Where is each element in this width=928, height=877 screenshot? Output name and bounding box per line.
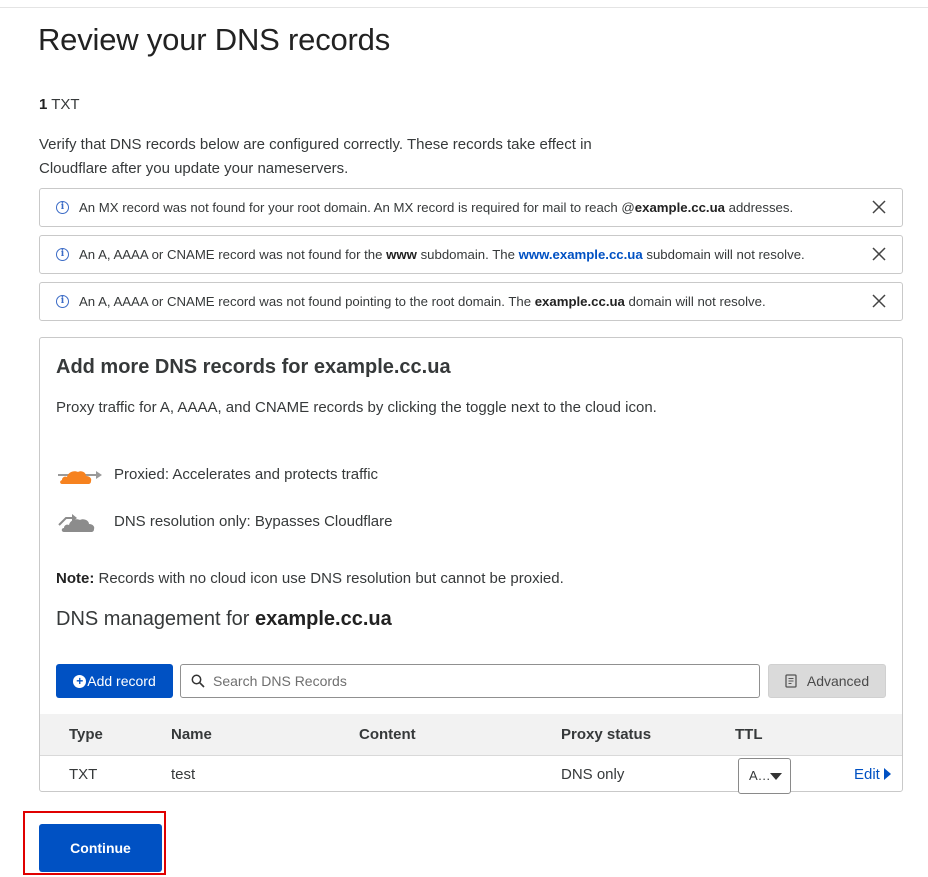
info-icon: i bbox=[56, 248, 69, 261]
www-domain-link[interactable]: www.example.cc.ua bbox=[519, 247, 643, 262]
close-icon[interactable] bbox=[872, 247, 886, 261]
info-icon: i bbox=[56, 295, 69, 308]
column-header-content: Content bbox=[359, 726, 416, 743]
continue-button[interactable]: Continue bbox=[39, 824, 162, 872]
search-input[interactable] bbox=[211, 672, 731, 690]
alert-text: An A, AAAA or CNAME record was not found… bbox=[79, 294, 766, 309]
search-icon bbox=[191, 674, 205, 688]
alert-www-missing: i An A, AAAA or CNAME record was not fou… bbox=[39, 235, 903, 274]
close-icon[interactable] bbox=[872, 200, 886, 214]
dns-records-table: Type Name Content Proxy status TTL TXT t… bbox=[40, 714, 902, 794]
legend-proxied-label: Proxied: Accelerates and protects traffi… bbox=[114, 465, 379, 483]
top-divider bbox=[0, 7, 928, 8]
dns-only-cloud-icon bbox=[58, 514, 95, 532]
proxy-note: Note: Records with no cloud icon use DNS… bbox=[56, 570, 564, 587]
record-count-type: TXT bbox=[51, 96, 80, 113]
intro-text: Verify that DNS records below are config… bbox=[39, 136, 592, 177]
plus-icon: + bbox=[73, 674, 87, 688]
page-title: Review your DNS records bbox=[38, 22, 391, 57]
table-header: Type Name Content Proxy status TTL bbox=[40, 714, 902, 755]
legend-proxied: Proxied: Accelerates and protects traffi… bbox=[56, 462, 378, 486]
legend-dns-only: DNS resolution only: Bypasses Cloudflare bbox=[56, 508, 392, 534]
alert-text: An A, AAAA or CNAME record was not found… bbox=[79, 247, 805, 262]
edit-record-link[interactable]: Edit bbox=[854, 756, 891, 794]
panel-description: Proxy traffic for A, AAAA, and CNAME rec… bbox=[56, 399, 657, 416]
cell-name: test bbox=[171, 766, 196, 783]
cell-proxy-status: DNS only bbox=[561, 766, 625, 783]
column-header-name: Name bbox=[171, 726, 212, 743]
alert-mx-missing: i An MX record was not found for your ro… bbox=[39, 188, 903, 227]
alert-text: An MX record was not found for your root… bbox=[79, 200, 794, 215]
ttl-select[interactable]: A… bbox=[738, 758, 791, 794]
proxied-cloud-icon bbox=[58, 471, 102, 484]
dns-records-panel: Add more DNS records for example.cc.ua P… bbox=[39, 337, 903, 794]
chevron-right-icon bbox=[883, 768, 891, 780]
dns-management-title: DNS management for example.cc.ua bbox=[56, 608, 392, 630]
panel-title: Add more DNS records for example.cc.ua bbox=[56, 356, 451, 378]
table-row: TXT test DNS only A… Edit bbox=[40, 755, 902, 794]
record-count-number: 1 bbox=[39, 96, 48, 113]
search-dns-records bbox=[180, 664, 760, 698]
column-header-ttl: TTL bbox=[735, 726, 763, 743]
add-record-button[interactable]: + Add record bbox=[56, 664, 173, 698]
cell-type: TXT bbox=[69, 766, 98, 783]
column-header-proxy-status: Proxy status bbox=[561, 726, 652, 743]
info-icon: i bbox=[56, 201, 69, 214]
advanced-button[interactable]: Advanced bbox=[768, 664, 886, 698]
alert-root-missing: i An A, AAAA or CNAME record was not fou… bbox=[39, 282, 903, 321]
document-icon bbox=[785, 674, 797, 688]
column-header-type: Type bbox=[69, 726, 103, 743]
legend-dns-only-label: DNS resolution only: Bypasses Cloudflare bbox=[114, 512, 393, 530]
close-icon[interactable] bbox=[872, 294, 886, 308]
record-count: 1 TXT bbox=[39, 96, 80, 113]
chevron-down-icon bbox=[770, 773, 782, 780]
